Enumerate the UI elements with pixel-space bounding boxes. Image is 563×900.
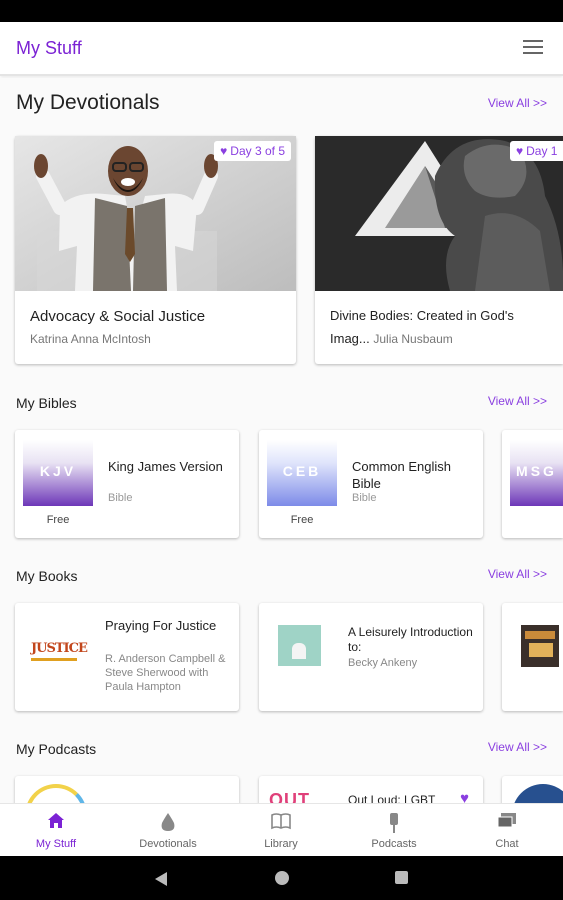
podcast-cover bbox=[512, 784, 563, 803]
book-card[interactable] bbox=[502, 603, 563, 711]
devotional-author: Katrina Anna McIntosh bbox=[30, 332, 151, 346]
book-title: Praying For Justice bbox=[105, 618, 217, 633]
nav-label: Devotionals bbox=[139, 838, 197, 850]
book-card[interactable]: JUSTICE Praying For Justice R. Anderson … bbox=[15, 603, 239, 711]
bible-card[interactable]: CEB Free Common English Bible Bible bbox=[259, 430, 483, 538]
nav-label: Chat bbox=[495, 838, 519, 850]
bottom-navigation: My Stuff Devotionals Library Podcasts Ch… bbox=[0, 803, 563, 856]
nav-devotionals[interactable]: Devotionals bbox=[112, 804, 224, 857]
nav-label: Library bbox=[264, 838, 298, 850]
home-button-icon[interactable] bbox=[275, 871, 289, 885]
status-bar bbox=[0, 0, 563, 22]
app-bar: My Stuff bbox=[0, 22, 563, 76]
bible-type: Bible bbox=[108, 492, 133, 504]
devotional-card[interactable]: ♥ Day 3 of 5 Advocacy & Social Justice Ka… bbox=[15, 136, 296, 364]
bible-name: King James Version bbox=[108, 459, 223, 474]
devotional-image: ♥ Day 1 bbox=[315, 136, 563, 291]
book-cover bbox=[278, 625, 321, 666]
podcast-card[interactable] bbox=[15, 776, 239, 803]
nav-chat[interactable]: Chat bbox=[451, 804, 563, 857]
devotional-title-continued: Imag... Julia Nusbaum bbox=[330, 331, 453, 346]
book-cover: JUSTICE bbox=[31, 633, 88, 669]
home-icon bbox=[0, 812, 112, 832]
podcast-card[interactable] bbox=[502, 776, 563, 803]
flame-drop-icon bbox=[112, 812, 224, 832]
bible-cover: MSG bbox=[510, 440, 563, 506]
book-title: A Leisurely Introduction to: bbox=[348, 625, 473, 654]
price-label: Free bbox=[46, 514, 70, 526]
devotional-author: Julia Nusbaum bbox=[373, 332, 453, 346]
bibles-view-all-link[interactable]: View All >> bbox=[488, 394, 547, 408]
bible-card[interactable]: KJV Free King James Version Bible bbox=[15, 430, 239, 538]
bible-cover: CEB bbox=[267, 440, 337, 506]
microphone-icon bbox=[338, 812, 450, 833]
bible-cover: KJV bbox=[23, 440, 93, 506]
bible-type: Bible bbox=[352, 492, 377, 504]
nav-podcasts[interactable]: Podcasts bbox=[338, 804, 450, 857]
hamburger-menu-icon[interactable] bbox=[523, 40, 543, 56]
devotional-image: ♥ Day 3 of 5 bbox=[15, 136, 296, 291]
podcasts-view-all-link[interactable]: View All >> bbox=[488, 740, 547, 754]
book-card[interactable]: A Leisurely Introduction to: Becky Anken… bbox=[259, 603, 483, 711]
books-heading: My Books bbox=[16, 568, 78, 584]
heart-icon: ♥ bbox=[220, 144, 228, 158]
book-author: R. Anderson Campbell & Steve Sherwood wi… bbox=[105, 653, 226, 693]
podcast-cover bbox=[25, 784, 87, 803]
bible-card[interactable]: MSG bbox=[502, 430, 563, 538]
main-content[interactable]: My Devotionals View All >> ♥ Day 3 of 5 … bbox=[0, 78, 563, 803]
app-title: My Stuff bbox=[16, 38, 82, 58]
devotional-title: Divine Bodies: Created in God's bbox=[330, 308, 514, 323]
chat-bubble-icon bbox=[451, 812, 563, 832]
podcast-title: Out Loud: LGBT bbox=[348, 793, 436, 803]
podcast-cover: OUT bbox=[269, 790, 310, 803]
back-icon[interactable] bbox=[154, 871, 168, 892]
progress-badge: ♥ Day 3 of 5 bbox=[214, 141, 291, 161]
progress-badge: ♥ Day 1 bbox=[510, 141, 563, 161]
heart-icon[interactable]: ♥ bbox=[460, 790, 469, 803]
bible-name: Common English Bible bbox=[352, 459, 451, 491]
nav-library[interactable]: Library bbox=[225, 804, 337, 857]
book-cover bbox=[521, 625, 559, 667]
devotionals-heading: My Devotionals bbox=[16, 91, 160, 114]
devotionals-view-all-link[interactable]: View All >> bbox=[488, 96, 547, 110]
price-label: Free bbox=[290, 514, 314, 526]
books-view-all-link[interactable]: View All >> bbox=[488, 567, 547, 581]
podcasts-heading: My Podcasts bbox=[16, 741, 97, 757]
devotional-card[interactable]: ♥ Day 1 Divine Bodies: Created in God's I… bbox=[315, 136, 563, 364]
nav-label: Podcasts bbox=[371, 838, 417, 850]
bibles-heading: My Bibles bbox=[16, 395, 77, 411]
podcast-card[interactable]: OUT Out Loud: LGBT ♥ bbox=[259, 776, 483, 803]
heart-icon: ♥ bbox=[516, 144, 524, 158]
recents-icon[interactable] bbox=[395, 871, 408, 884]
nav-label: My Stuff bbox=[35, 838, 77, 850]
devotional-title: Advocacy & Social Justice bbox=[30, 308, 206, 325]
open-book-icon bbox=[225, 812, 337, 832]
book-author: Becky Ankeny bbox=[348, 657, 418, 669]
system-navigation-bar bbox=[0, 856, 563, 900]
nav-my-stuff[interactable]: My Stuff bbox=[0, 804, 112, 857]
